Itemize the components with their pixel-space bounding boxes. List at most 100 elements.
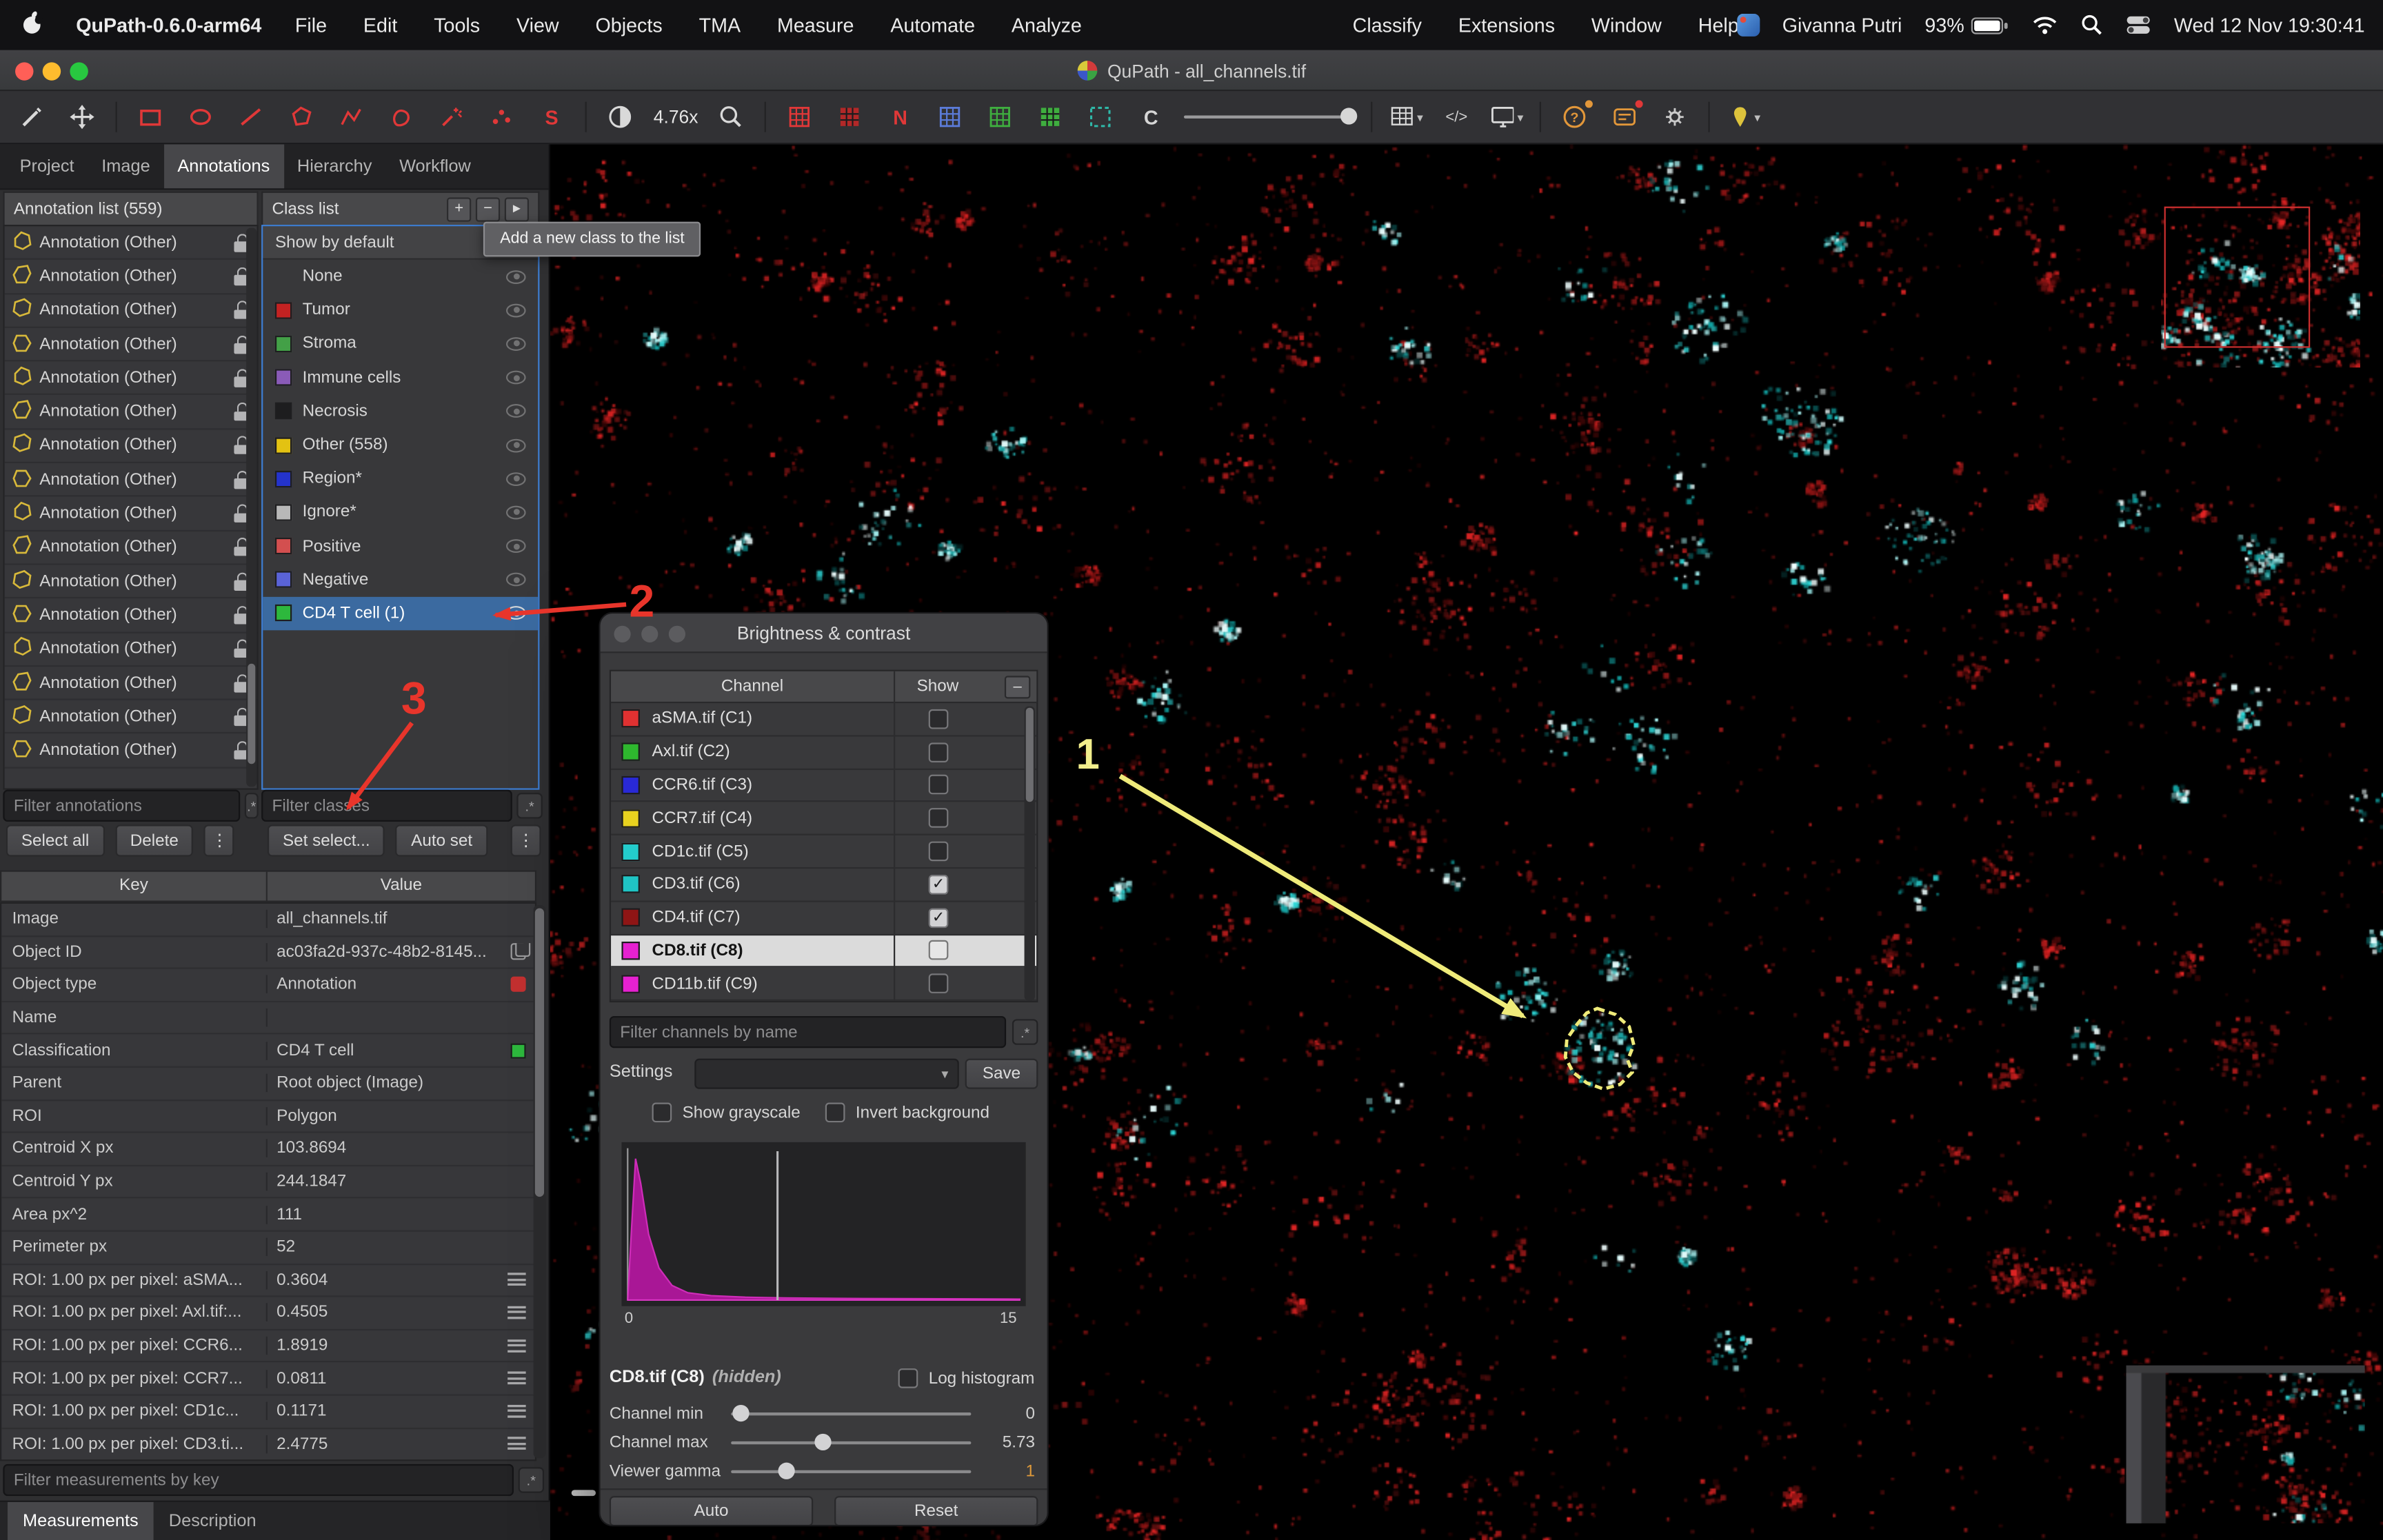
delete-button[interactable]: Delete: [115, 824, 194, 856]
measurements-scrollbar[interactable]: [534, 905, 546, 1458]
class-item-stroma[interactable]: Stroma: [263, 327, 538, 361]
annotation-list-item[interactable]: Annotation (Other): [5, 734, 257, 768]
annotation-list-item[interactable]: Annotation (Other): [5, 599, 257, 633]
menu-edit[interactable]: Edit: [363, 14, 397, 37]
annotation-filter-regex-toggle[interactable]: .*: [245, 793, 259, 818]
menu-extensions[interactable]: Extensions: [1458, 14, 1555, 37]
script-editor-icon[interactable]: </>: [1440, 99, 1473, 135]
measurements-table[interactable]: Imageall_channels.tifObject IDac03fa2d-9…: [0, 902, 536, 1461]
annotation-list-item[interactable]: Annotation (Other): [5, 294, 257, 328]
remove-class-button[interactable]: −: [476, 196, 500, 221]
control-center-icon[interactable]: [2127, 15, 2151, 35]
class-filter-input[interactable]: [261, 790, 512, 822]
class-more-button[interactable]: ▸: [505, 196, 529, 221]
pan-tool-icon[interactable]: [15, 99, 48, 135]
class-item-none[interactable]: None: [263, 260, 538, 294]
channel-visibility-checkbox[interactable]: [929, 776, 949, 796]
measurement-list-icon[interactable]: [507, 1338, 525, 1353]
show-tma-grid-icon[interactable]: [934, 99, 967, 135]
annotation-list[interactable]: Annotation (Other)Annotation (Other)Anno…: [3, 225, 258, 790]
measurement-tables-icon[interactable]: ▾: [1389, 99, 1422, 135]
show-grayscale-checkbox[interactable]: [652, 1103, 672, 1123]
apple-menu-icon[interactable]: [21, 10, 43, 39]
channel-row-cd11b-tif-c9[interactable]: CD11b.tif (C9): [611, 968, 1036, 1001]
class-item-cd4-t-cell-1[interactable]: CD4 T cell (1): [263, 597, 538, 631]
annotation-list-item[interactable]: Annotation (Other): [5, 260, 257, 294]
tab-description[interactable]: Description: [154, 1502, 272, 1540]
wifi-icon[interactable]: [2033, 15, 2058, 35]
menu-measure[interactable]: Measure: [777, 14, 854, 37]
measurement-filter-input[interactable]: [3, 1464, 514, 1496]
set-selected-button[interactable]: Set select...: [268, 824, 385, 856]
tab-measurements[interactable]: Measurements: [8, 1502, 154, 1540]
channel-visibility-checkbox[interactable]: ✓: [929, 908, 949, 928]
slider-track[interactable]: [731, 1441, 971, 1443]
annotation-list-item[interactable]: Annotation (Other): [5, 531, 257, 565]
slider-thumb[interactable]: [814, 1434, 831, 1450]
class-item-necrosis[interactable]: Necrosis: [263, 394, 538, 428]
channel-row-ccr6-tif-c3[interactable]: CCR6.tif (C3): [611, 769, 1036, 802]
menu-classify[interactable]: Classify: [1353, 14, 1422, 37]
opacity-slider-thumb[interactable]: [1341, 108, 1358, 124]
tab-project[interactable]: Project: [6, 144, 88, 188]
brush-tool-icon[interactable]: [385, 99, 418, 135]
wand-tool-icon[interactable]: [434, 99, 467, 135]
channel-visibility-checkbox[interactable]: ✓: [929, 875, 949, 895]
annotation-list-item[interactable]: Annotation (Other): [5, 362, 257, 396]
class-item-other-558[interactable]: Other (558): [263, 428, 538, 462]
battery-indicator[interactable]: 93%: [1924, 14, 2009, 37]
menu-tma[interactable]: TMA: [699, 14, 741, 37]
move-tool-icon[interactable]: [66, 99, 99, 135]
viewer-handle[interactable]: [572, 1490, 596, 1496]
channel-visibility-checkbox[interactable]: [929, 941, 949, 961]
log-histogram-checkbox[interactable]: [898, 1368, 918, 1388]
select-all-button[interactable]: Select all: [6, 824, 104, 856]
points-tool-icon[interactable]: [485, 99, 518, 135]
annotation-more-button[interactable]: ⋮: [204, 824, 234, 856]
overview-thumbnail[interactable]: [2161, 197, 2360, 367]
log-viewer-icon[interactable]: [1609, 99, 1642, 135]
annotation-list-item[interactable]: Annotation (Other): [5, 633, 257, 667]
annotation-filter-input[interactable]: [3, 790, 240, 822]
menu-view[interactable]: View: [516, 14, 559, 37]
line-tool-icon[interactable]: [234, 99, 267, 135]
selection-mode-icon[interactable]: S: [535, 99, 568, 135]
auto-set-button[interactable]: Auto set: [396, 824, 487, 856]
preferences-gear-icon[interactable]: [1658, 99, 1691, 135]
show-detections-icon[interactable]: [984, 99, 1017, 135]
channel-row-ccr7-tif-c4[interactable]: CCR7.tif (C4): [611, 802, 1036, 835]
annotation-list-item[interactable]: Annotation (Other): [5, 396, 257, 429]
auto-button[interactable]: Auto: [610, 1496, 813, 1526]
add-class-button[interactable]: +: [447, 196, 471, 221]
menu-user-name[interactable]: Givanna Putri: [1782, 14, 1902, 37]
tab-image[interactable]: Image: [88, 144, 163, 188]
selection-region-icon[interactable]: [1084, 99, 1117, 135]
spotlight-search-icon[interactable]: [2081, 14, 2104, 37]
annotation-list-item[interactable]: Annotation (Other): [5, 667, 257, 700]
channel-row-axl-tif-c2[interactable]: Axl.tif (C2): [611, 736, 1036, 769]
menu-clock[interactable]: Wed 12 Nov 19:30:41: [2174, 14, 2365, 37]
channel-visibility-checkbox[interactable]: [929, 742, 949, 762]
class-item-region[interactable]: Region*: [263, 462, 538, 496]
channel-row-cd1c-tif-c5[interactable]: CD1c.tif (C5): [611, 835, 1036, 869]
annotation-list-item[interactable]: Annotation (Other): [5, 497, 257, 531]
copy-id-icon[interactable]: [511, 944, 526, 960]
slider-thumb[interactable]: [778, 1463, 795, 1479]
rectangle-tool-icon[interactable]: [134, 99, 167, 135]
menu-extra-icon[interactable]: [1737, 14, 1760, 37]
channel-visibility-checkbox[interactable]: [929, 809, 949, 829]
slider-track[interactable]: [731, 1412, 971, 1415]
slider-thumb[interactable]: [733, 1405, 750, 1421]
measurement-list-icon[interactable]: [507, 1305, 525, 1320]
show-options-button[interactable]: –: [1005, 676, 1030, 698]
show-names-icon[interactable]: N: [883, 99, 916, 135]
channel-list-scrollbar[interactable]: [1025, 706, 1035, 1000]
channel-row-cd8-tif-c8[interactable]: CD8.tif (C8): [611, 935, 1036, 968]
class-item-ignore[interactable]: Ignore*: [263, 496, 538, 529]
class-item-negative[interactable]: Negative: [263, 563, 538, 597]
menu-objects[interactable]: Objects: [596, 14, 663, 37]
invert-background-checkbox[interactable]: [825, 1103, 845, 1123]
menu-app-name[interactable]: QuPath-0.6.0-arm64: [76, 14, 261, 37]
zoom-level-label[interactable]: 4.76x: [654, 106, 698, 128]
multiview-icon[interactable]: ▾: [1490, 99, 1523, 135]
